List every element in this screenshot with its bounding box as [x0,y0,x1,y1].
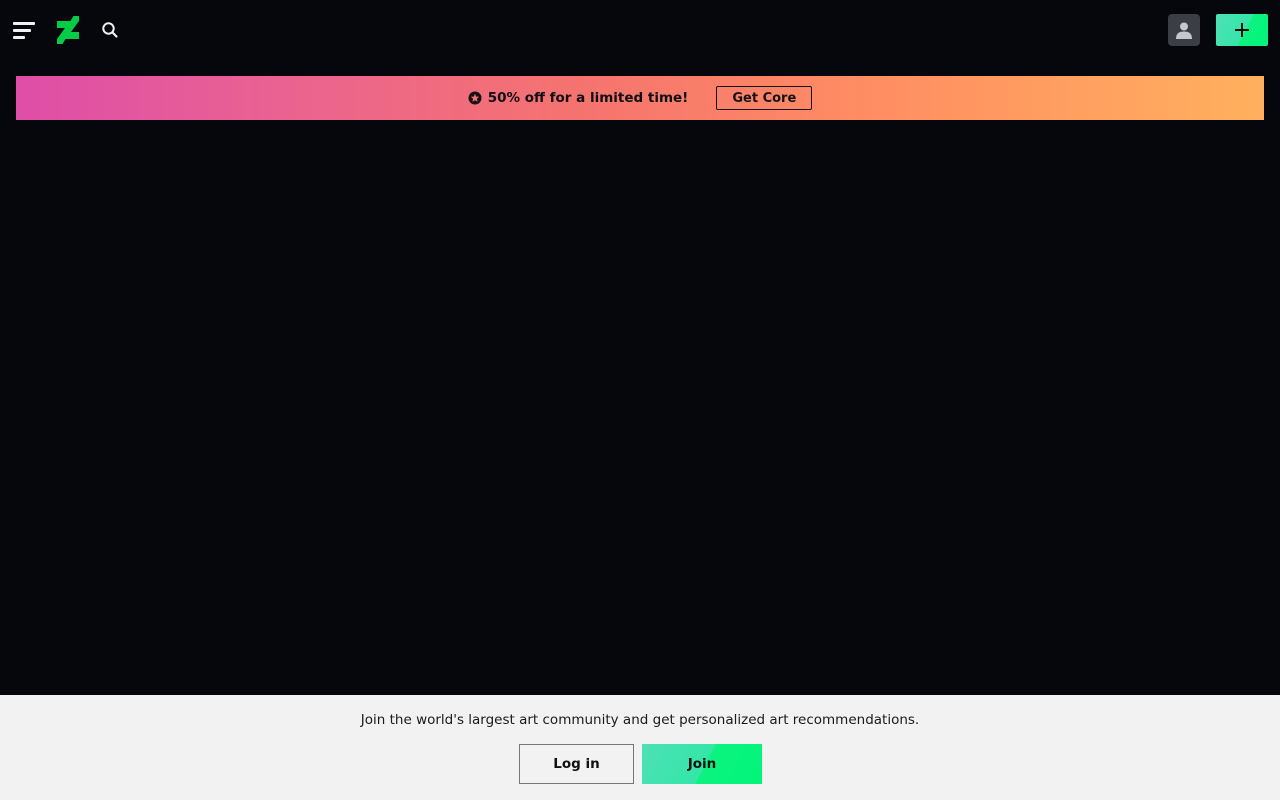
plus-icon [1235,23,1249,37]
top-navigation-bar [0,0,1280,60]
log-in-button[interactable]: Log in [519,744,634,784]
deviantart-logo-icon[interactable] [57,16,79,44]
promo-text: 50% off for a limited time! [487,90,689,106]
star-badge-icon [468,91,482,105]
join-banner-text: Join the world's largest art community a… [360,712,920,728]
promo-message: 50% off for a limited time! [468,90,689,106]
promo-banner: 50% off for a limited time! Get Core [16,76,1264,120]
logo-mark [57,16,79,44]
join-button[interactable]: Join [642,744,762,784]
menu-button[interactable] [13,20,35,40]
search-button[interactable] [101,21,119,39]
search-icon [102,22,118,38]
menu-icon-line-top [13,22,35,25]
join-banner: Join the world's largest art community a… [0,695,1280,800]
menu-icon-line-middle [13,29,31,32]
user-avatar-button[interactable] [1168,14,1200,46]
menu-icon-line-bottom [13,36,25,39]
get-core-button[interactable]: Get Core [716,86,813,110]
user-avatar-icon [1176,22,1192,39]
submit-deviation-button[interactable] [1216,14,1268,46]
